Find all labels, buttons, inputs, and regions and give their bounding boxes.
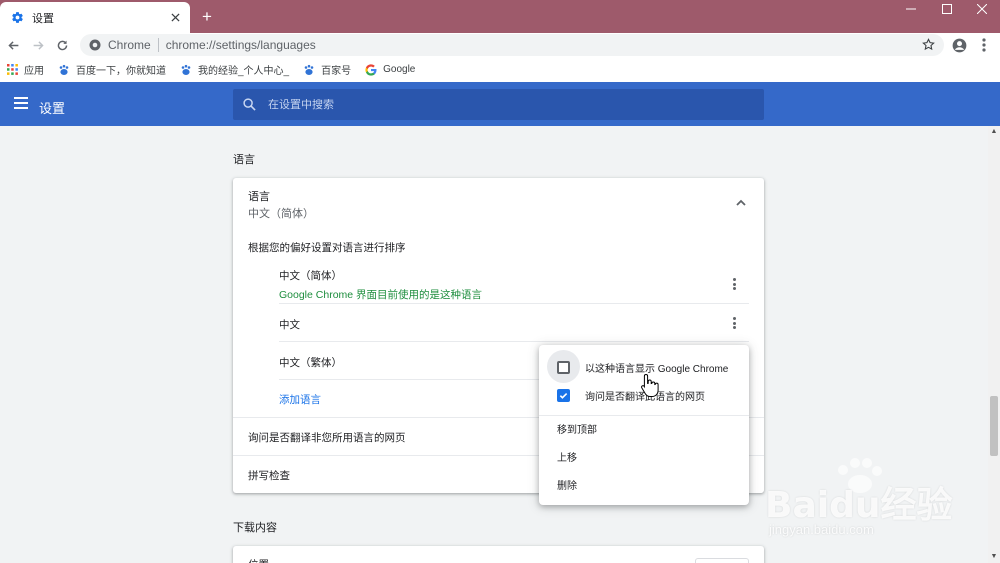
more-actions-icon[interactable] — [727, 277, 741, 291]
close-window-button[interactable] — [964, 0, 1000, 17]
chevron-up-icon[interactable] — [735, 197, 747, 209]
downloads-section-title: 下载内容 — [233, 522, 277, 534]
address-bar[interactable]: Chrome chrome://settings/languages — [80, 34, 944, 56]
current-language: 中文（简体） — [248, 208, 314, 220]
scroll-down-arrow-icon[interactable]: ▼ — [988, 551, 1000, 563]
divider — [279, 341, 749, 342]
bookmark-label: 百度一下，你就知道 — [76, 66, 166, 77]
downloads-card: 位置 — [233, 546, 764, 563]
search-icon — [243, 98, 256, 111]
google-g-icon — [365, 63, 377, 76]
bookmark-google[interactable]: Google — [365, 63, 416, 76]
browser-toolbar: Chrome chrome://settings/languages — [0, 33, 1000, 57]
language-item-name: 中文（简体） — [279, 270, 342, 282]
languages-section-title: 语言 — [233, 154, 255, 166]
hamburger-menu-icon[interactable] — [14, 97, 28, 109]
title-bar: 设置 + — [0, 0, 1000, 33]
language-item-name: 中文（繁体） — [279, 357, 342, 369]
download-location-label: 位置 — [248, 557, 269, 563]
back-arrow-icon — [7, 40, 18, 50]
chrome-menu-icon[interactable] — [974, 35, 994, 55]
move-to-top-label: 移到顶部 — [557, 424, 597, 436]
bookmark-label: Google — [383, 64, 416, 75]
checkmark-icon — [559, 392, 568, 399]
bookmark-label: 我的经验_个人中心_ — [198, 66, 290, 77]
language-heading: 语言 — [248, 191, 270, 203]
tab-title: 设置 — [32, 12, 54, 25]
divider — [279, 303, 749, 304]
settings-tab[interactable]: 设置 — [0, 2, 190, 33]
reload-button[interactable] — [52, 35, 72, 55]
language-context-menu: 以这种语言显示 Google Chrome 询问是否翻译此语言的网页 移到顶部 … — [539, 345, 749, 505]
chrome-site-icon — [89, 39, 101, 51]
page-scrollbar[interactable]: ▲ ▼ — [988, 126, 1000, 563]
close-tab-icon[interactable] — [168, 11, 182, 25]
change-location-button[interactable] — [695, 558, 749, 563]
baidu-paw-icon — [58, 64, 70, 76]
forward-arrow-icon — [33, 40, 44, 50]
watermark-text: Baidu经验 — [765, 485, 953, 526]
omnibox-divider — [157, 38, 159, 52]
remove-label: 删除 — [557, 480, 577, 492]
settings-header: 设置 — [0, 82, 1000, 126]
minimize-button[interactable] — [893, 0, 929, 17]
spell-check-label[interactable]: 拼写检查 — [248, 468, 290, 483]
move-up-option[interactable]: 上移 — [539, 443, 749, 469]
bookmark-apps[interactable]: 应用 — [6, 62, 44, 77]
profile-avatar-icon[interactable] — [949, 35, 969, 55]
bookmark-star-icon[interactable] — [922, 38, 936, 52]
offer-translate-checkbox[interactable] — [557, 388, 570, 402]
site-name: Chrome — [108, 38, 151, 52]
order-label: 根据您的偏好设置对语言进行排序 — [248, 242, 406, 254]
forward-button[interactable] — [28, 35, 48, 55]
remove-option[interactable]: 删除 — [539, 471, 749, 497]
settings-search-box[interactable] — [233, 89, 764, 120]
apps-grid-icon — [6, 64, 18, 76]
scroll-up-arrow-icon[interactable]: ▲ — [988, 126, 1000, 138]
bookmarks-bar: 应用 百度一下，你就知道 我的经验_个人中心_ 百家号 Google — [0, 57, 1000, 82]
settings-search-input[interactable] — [268, 98, 748, 111]
bookmark-label: 应用 — [24, 66, 44, 77]
move-up-label: 上移 — [557, 452, 577, 464]
bookmark-baijiahao[interactable]: 百家号 — [303, 62, 351, 77]
new-tab-button[interactable]: + — [197, 7, 217, 27]
language-item-name: 中文 — [279, 319, 300, 331]
bookmark-my-experience[interactable]: 我的经验_个人中心_ — [180, 62, 289, 77]
maximize-button[interactable] — [929, 0, 965, 17]
display-in-chrome-checkbox[interactable] — [557, 360, 570, 374]
scroll-thumb[interactable] — [990, 396, 998, 456]
baidu-paw-icon — [303, 64, 315, 76]
bookmark-label: 百家号 — [321, 66, 352, 77]
baidu-paw-icon — [180, 64, 192, 76]
settings-title: 设置 — [39, 101, 66, 116]
add-language-link[interactable]: 添加语言 — [279, 392, 321, 407]
baidu-jingyan-watermark: Baidu经验 jingyan.baidu.com — [765, 456, 985, 541]
move-to-top-option[interactable]: 移到顶部 — [539, 415, 749, 441]
watermark-url: jingyan.baidu.com — [769, 522, 874, 537]
language-item-note: Google Chrome 界面目前使用的是这种语言 — [279, 289, 483, 301]
bookmark-baidu[interactable]: 百度一下，你就知道 — [58, 62, 166, 77]
url-text[interactable]: chrome://settings/languages — [166, 38, 316, 52]
gear-icon — [10, 11, 24, 25]
hand-cursor-icon — [640, 373, 660, 397]
offer-translate-label: 询问是否翻译非您所用语言的网页 — [248, 432, 406, 444]
reload-icon — [57, 40, 67, 50]
more-actions-icon[interactable] — [727, 316, 741, 330]
back-button[interactable] — [3, 35, 23, 55]
